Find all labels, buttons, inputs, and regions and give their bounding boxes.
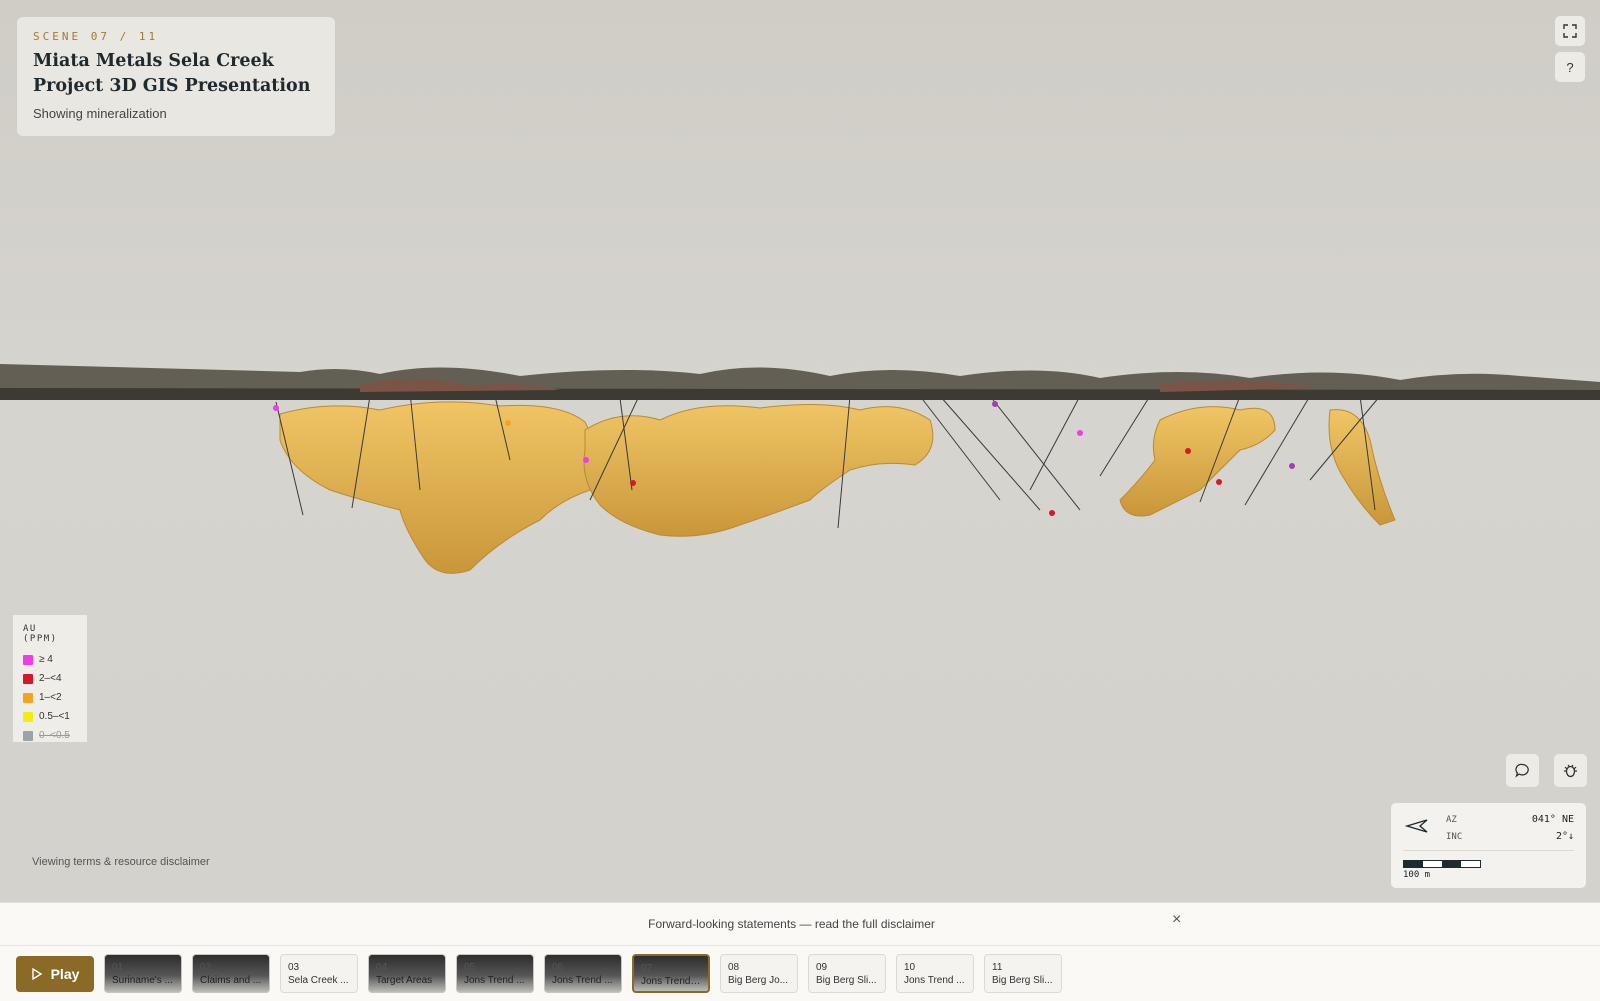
orientation-panel: AZ 041° NE INC 2°↓ 100 m [1391, 803, 1586, 888]
scene-number: 02 [200, 962, 212, 973]
scene-thumb-04[interactable]: 04 Target Areas [368, 954, 446, 993]
scene-number: 06 [552, 962, 564, 973]
fullscreen-icon [1563, 24, 1577, 38]
scene-title-card: SCENE 07 / 11 Miata Metals Sela Creek Pr… [17, 17, 335, 136]
disclaimer-banner: Forward-looking statements — read the fu… [0, 903, 1600, 946]
scene-thumb-10[interactable]: 10 Jons Trend ... [896, 954, 974, 993]
legend-item-label: 0.5–<1 [39, 711, 70, 722]
scene-label: Jons Trend ... [904, 975, 965, 986]
3d-scene-viewport[interactable] [0, 330, 1600, 610]
page-title: Miata Metals Sela Creek Project 3D GIS P… [33, 51, 311, 96]
legend-item-label: 2–<4 [39, 673, 62, 684]
scene-thumb-09[interactable]: 09 Big Berg Sli... [808, 954, 886, 993]
north-arrow-icon [1405, 819, 1428, 833]
scene-player-bar: Forward-looking statements — read the fu… [0, 902, 1600, 1001]
legend-item-label: ≥ 4 [39, 654, 53, 665]
au-grade-legend: AU (PPM) ≥ 4 2–<4 1–<2 0.5–<1 0–<0.5 [13, 615, 87, 742]
help-button[interactable]: ? [1555, 52, 1585, 82]
scene-label: Target Areas [376, 975, 433, 986]
legend-item[interactable]: 0–<0.5 [23, 726, 77, 745]
bug-icon [1564, 764, 1577, 778]
scene-number: 09 [816, 962, 828, 973]
scene-label: Big Berg Jo... [728, 975, 789, 986]
legend-swatch [23, 711, 33, 722]
scene-subtitle: Showing mineralization [33, 106, 167, 121]
legend-item[interactable]: 0.5–<1 [23, 707, 77, 726]
legend-item[interactable]: 1–<2 [23, 688, 77, 707]
scene-thumb-05[interactable]: 05 Jons Trend ... [456, 954, 534, 993]
scene-number: 10 [904, 962, 916, 973]
inclination-value: 2°↓ [1555, 831, 1574, 842]
scale-label: 100 m [1403, 870, 1431, 880]
azimuth-value: 041° NE [1531, 814, 1574, 825]
scene-number: 01 [112, 962, 124, 973]
ore-body-west [279, 401, 595, 574]
scene-label: Big Berg Sli... [816, 975, 877, 986]
ore-body-central [583, 403, 934, 537]
disclaimer-text[interactable]: Forward-looking statements — read the fu… [0, 917, 1583, 931]
scene-label: Suriname's ... [112, 975, 173, 986]
comment-icon [1515, 763, 1529, 778]
comment-button[interactable] [1506, 754, 1539, 787]
scene-thumb-06[interactable]: 06 Jons Trend ... [544, 954, 622, 993]
close-icon[interactable]: × [1172, 911, 1181, 929]
scene-number: 03 [288, 962, 300, 973]
scene-label: Big Berg Sli... [992, 975, 1053, 986]
scene-label: Sela Creek ... [288, 975, 349, 986]
legend-swatch [23, 654, 33, 665]
play-button[interactable]: Play [16, 956, 94, 992]
inclination-label: INC [1446, 832, 1463, 842]
legend-swatch [23, 692, 33, 703]
ore-body-east [1119, 406, 1276, 517]
play-label: Play [50, 966, 80, 982]
legend-item-label: 1–<2 [39, 692, 62, 703]
bug-report-button[interactable] [1554, 754, 1587, 787]
scene-thumb-02[interactable]: 02 Claims and ... [192, 954, 270, 993]
scene-counter: SCENE 07 / 11 [33, 30, 159, 43]
scene-thumb-07[interactable]: 07 Jons Trend ... [632, 954, 710, 993]
scene-label: Claims and ... [200, 975, 262, 986]
play-icon [31, 968, 42, 980]
legend-swatch [23, 673, 33, 684]
scene-label: Jons Trend ... [464, 975, 525, 986]
scene-thumb-08[interactable]: 08 Big Berg Jo... [720, 954, 798, 993]
ore-body-far-east [1328, 409, 1396, 526]
scene-number: 07 [641, 963, 653, 974]
scene-thumb-03[interactable]: 03 Sela Creek ... [280, 954, 358, 993]
legend-swatch [23, 730, 33, 741]
terms-disclaimer-link[interactable]: Viewing terms & resource disclaimer [32, 856, 210, 868]
fullscreen-button[interactable] [1555, 16, 1585, 46]
scale-bar [1403, 860, 1481, 868]
scene-number: 04 [376, 962, 388, 973]
scene-thumb-11[interactable]: 11 Big Berg Sli... [984, 954, 1062, 993]
legend-item[interactable]: ≥ 4 [23, 650, 77, 669]
scene-thumb-01[interactable]: 01 Suriname's ... [104, 954, 182, 993]
legend-title: AU (PPM) [23, 624, 58, 644]
scene-number: 11 [992, 962, 1003, 973]
scene-number: 05 [464, 962, 476, 973]
legend-item-label: 0–<0.5 [39, 730, 70, 741]
scene-label: Jons Trend ... [552, 975, 613, 986]
azimuth-label: AZ [1446, 815, 1457, 825]
legend-item[interactable]: 2–<4 [23, 669, 77, 688]
scene-number: 08 [728, 962, 740, 973]
scene-label: Jons Trend ... [641, 976, 701, 987]
